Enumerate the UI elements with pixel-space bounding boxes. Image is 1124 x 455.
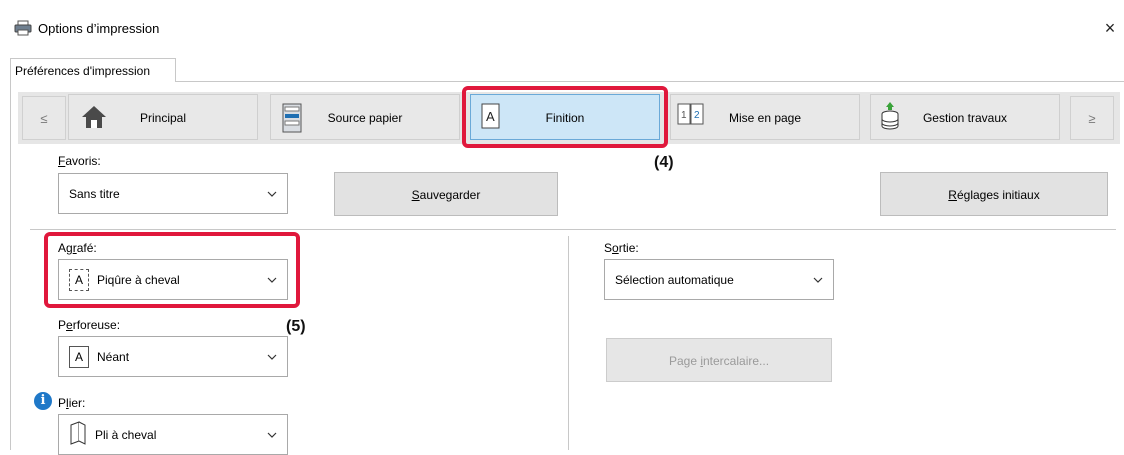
callout-4: (4) — [654, 154, 674, 171]
output-select[interactable]: Sélection automatique — [604, 259, 834, 300]
highlight-staple — [44, 232, 300, 308]
printer-icon — [14, 20, 32, 36]
chevron-down-icon — [267, 188, 277, 198]
favorites-select[interactable]: Sans titre — [58, 173, 288, 214]
nav-item-label: Principal — [139, 111, 187, 125]
nav-prev-button[interactable]: ≤ — [22, 96, 66, 140]
fold-icon — [69, 421, 87, 448]
nav-item-mise-en-page[interactable]: 1 2 Mise en page — [670, 94, 860, 140]
nav-item-label: Source papier — [327, 111, 403, 125]
window-title: Options d’impression — [38, 21, 160, 36]
fold-label: Plier: — [58, 396, 86, 410]
nav-next-button[interactable]: ≥ — [1070, 96, 1114, 140]
favorites-label: Favoris: — [58, 154, 101, 168]
divider — [30, 229, 1116, 230]
nav-item-label: Mise en page — [728, 111, 802, 125]
insert-page-button[interactable]: Page intercalaire... — [606, 338, 832, 382]
save-button[interactable]: Sauvegarder — [334, 172, 558, 216]
favorites-value: Sans titre — [69, 186, 120, 201]
highlight-finition — [462, 86, 668, 148]
chevron-down-icon — [813, 274, 823, 284]
nav-item-principal[interactable]: Principal — [68, 94, 258, 140]
fold-select[interactable]: Pli à cheval — [58, 414, 288, 455]
fold-value: Pli à cheval — [95, 427, 157, 442]
punch-select[interactable]: A Néant — [58, 336, 288, 377]
close-icon[interactable]: × — [1098, 16, 1122, 40]
punch-icon: A — [69, 345, 89, 368]
callout-5: (5) — [286, 318, 306, 335]
nav-item-gestion-travaux[interactable]: Gestion travaux — [870, 94, 1060, 140]
tab-print-preferences[interactable]: Préférences d'impression — [10, 58, 176, 82]
punch-value: Néant — [97, 349, 130, 364]
reset-defaults-button[interactable]: Réglages initiaux — [880, 172, 1108, 216]
chevron-down-icon — [267, 351, 277, 361]
output-value: Sélection automatique — [615, 272, 734, 287]
chevron-down-icon — [267, 429, 277, 439]
info-icon: i — [34, 392, 52, 410]
divider — [568, 236, 569, 450]
nav-item-label: Gestion travaux — [922, 111, 1008, 125]
punch-label: Perforeuse: — [58, 318, 121, 332]
output-label: Sortie: — [604, 241, 639, 255]
nav-item-source-papier[interactable]: Source papier — [270, 94, 460, 140]
